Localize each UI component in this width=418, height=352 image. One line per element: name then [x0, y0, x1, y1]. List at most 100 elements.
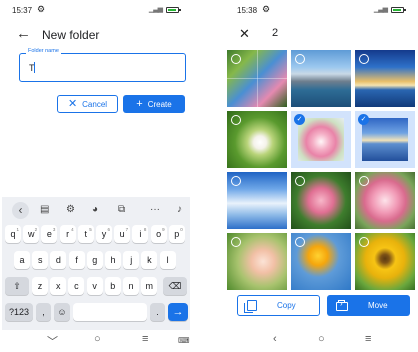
select-radio[interactable]	[359, 176, 369, 186]
mic-icon[interactable]: ♪	[177, 204, 182, 215]
chevron-left-icon[interactable]: ‹	[12, 202, 29, 219]
select-radio[interactable]	[295, 237, 305, 247]
key-s[interactable]: s	[32, 251, 49, 269]
key-h[interactable]: h	[105, 251, 121, 269]
period-key[interactable]: .	[150, 303, 165, 321]
enter-key[interactable]: →	[168, 303, 188, 321]
clipboard-icon[interactable]: ▤	[40, 204, 49, 215]
key-g[interactable]: g	[86, 251, 103, 269]
nav-menu-icon[interactable]: ≡	[365, 333, 371, 345]
key-u[interactable]: u7	[114, 225, 131, 243]
photo-tile[interactable]	[355, 233, 415, 290]
key-o[interactable]: o9	[150, 225, 167, 243]
key-q[interactable]: q1	[5, 225, 21, 243]
comma-key[interactable]: ,	[36, 303, 51, 321]
key-d[interactable]: d	[50, 251, 67, 269]
cancel-button[interactable]: ✕ Cancel	[57, 95, 118, 113]
text-caret	[34, 62, 35, 73]
photo-tile[interactable]	[291, 233, 351, 290]
backspace-key[interactable]: ⌫	[163, 277, 187, 295]
key-c[interactable]: c	[68, 277, 85, 295]
select-radio[interactable]	[231, 115, 241, 125]
key-i[interactable]: i8	[132, 225, 149, 243]
check-icon[interactable]: ✓	[358, 114, 369, 125]
space-key[interactable]	[73, 303, 147, 321]
nav-home-icon[interactable]: ○	[94, 333, 101, 345]
photo-tile-selected[interactable]: ✓	[291, 111, 351, 168]
key-j[interactable]: j	[123, 251, 140, 269]
key-number-hint: 0	[180, 227, 183, 232]
create-button[interactable]: + Create	[123, 95, 185, 113]
key-r[interactable]: r4	[59, 225, 76, 243]
key-e[interactable]: e3	[41, 225, 58, 243]
key-t[interactable]: t5	[77, 225, 94, 243]
key-f[interactable]: f	[68, 251, 85, 269]
key-w[interactable]: w2	[23, 225, 40, 243]
key-a[interactable]: a	[14, 251, 30, 269]
photo-tile[interactable]	[291, 172, 351, 229]
key-n[interactable]: n	[123, 277, 139, 295]
select-radio[interactable]	[231, 237, 241, 247]
nav-home-icon[interactable]: ○	[318, 333, 325, 345]
photo-tile[interactable]	[227, 172, 287, 229]
select-radio[interactable]	[231, 54, 241, 64]
key-y[interactable]: y6	[96, 225, 112, 243]
status-time: 15:38	[237, 6, 258, 15]
photo-tile[interactable]	[227, 111, 287, 168]
folder-name-field[interactable]: Folder name T	[19, 48, 186, 82]
photo-tile-selected[interactable]: ✓	[355, 111, 415, 168]
arrow-back-icon[interactable]: ←	[16, 25, 31, 42]
photo-tile[interactable]	[227, 50, 287, 107]
select-radio[interactable]	[359, 237, 369, 247]
photo-picker-screen: 15:38 ⚙ ▁▃▅ ✕ 2 ✓ ✓ Copy › Move ‹ ○ ≡	[227, 0, 415, 352]
symbols-key[interactable]: ?123	[5, 303, 33, 321]
emoji-key[interactable]: ☺	[54, 303, 70, 321]
check-icon[interactable]: ✓	[294, 114, 305, 125]
key-l[interactable]: l	[159, 251, 176, 269]
keyboard-switch-icon[interactable]: ⌨	[178, 336, 190, 345]
select-radio[interactable]	[359, 54, 369, 64]
photo-tile[interactable]	[227, 233, 287, 290]
key-k[interactable]: k	[141, 251, 158, 269]
key-v[interactable]: v	[86, 277, 103, 295]
shift-key[interactable]: ⇧	[5, 277, 29, 295]
select-radio[interactable]	[231, 176, 241, 186]
move-label: Move	[368, 301, 388, 310]
photo-tile[interactable]	[355, 172, 415, 229]
create-label: Create	[147, 99, 172, 109]
more-icon[interactable]: ···	[150, 204, 160, 215]
key-number-hint: 4	[71, 227, 74, 232]
plus-icon: +	[136, 97, 143, 110]
key-p[interactable]: p0	[168, 225, 185, 243]
nav-menu-icon[interactable]: ≡	[142, 333, 148, 345]
new-folder-screen: 15:37 ⚙ ▁▃▅ ← New folder Folder name T ✕…	[2, 0, 190, 352]
screenshot-icon[interactable]: ⧉	[118, 204, 125, 215]
key-z[interactable]: z	[32, 277, 48, 295]
nav-back-icon[interactable]: ﹀	[47, 333, 58, 349]
copy-button[interactable]: Copy	[237, 295, 320, 316]
palette-icon[interactable]: ◕	[92, 204, 98, 215]
nav-bar: ‹ ○ ≡	[227, 330, 415, 352]
select-radio[interactable]	[295, 176, 305, 186]
key-label: q	[10, 229, 16, 239]
status-time: 15:37	[12, 6, 33, 15]
key-label: d	[55, 255, 61, 265]
photo-grid: ✓ ✓	[227, 50, 415, 290]
move-button[interactable]: Move	[327, 295, 410, 316]
copy-icon	[244, 300, 257, 313]
photo-tile[interactable]	[291, 50, 351, 107]
keyboard-toolbar: ‹ ▤ ⚙ ◕ ⧉ ··· ♪	[2, 200, 190, 222]
photo-tile[interactable]	[355, 50, 415, 107]
key-m[interactable]: m	[141, 277, 158, 295]
settings-icon[interactable]: ⚙	[66, 204, 75, 215]
key-label: p	[174, 229, 180, 239]
key-b[interactable]: b	[104, 277, 121, 295]
battery-icon	[391, 7, 406, 13]
key-number-hint: 8	[143, 227, 147, 232]
select-radio[interactable]	[295, 54, 305, 64]
key-label: c	[74, 281, 79, 291]
close-icon[interactable]: ✕	[239, 26, 250, 42]
key-x[interactable]: x	[50, 277, 67, 295]
key-number-hint: 7	[125, 227, 129, 232]
nav-back-icon[interactable]: ‹	[273, 333, 277, 345]
